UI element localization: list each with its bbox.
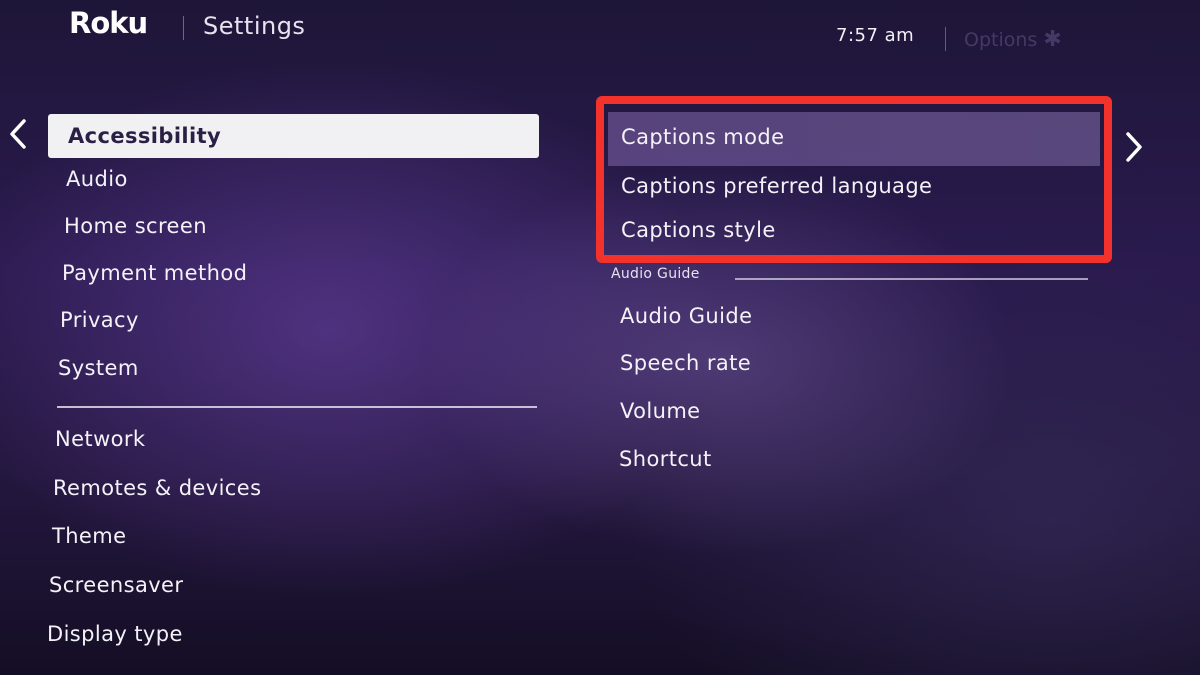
menu-divider bbox=[57, 406, 537, 408]
page-title: Settings bbox=[203, 12, 306, 40]
clock: 7:57 am bbox=[836, 25, 915, 46]
asterisk-icon: ✱ bbox=[1043, 27, 1062, 52]
menu-item-display-type[interactable]: Display type bbox=[47, 622, 183, 646]
section-label-audio-guide: Audio Guide bbox=[611, 266, 700, 282]
menu-item-audio[interactable]: Audio bbox=[66, 167, 128, 191]
menu-item-remotes-devices[interactable]: Remotes & devices bbox=[53, 476, 261, 500]
menu-item-payment-method[interactable]: Payment method bbox=[62, 261, 247, 285]
panel-item-audio-guide[interactable]: Audio Guide bbox=[620, 304, 752, 328]
options-hint[interactable]: Options ✱ bbox=[964, 27, 1062, 52]
menu-item-privacy[interactable]: Privacy bbox=[60, 308, 139, 332]
chevron-right-icon[interactable] bbox=[1124, 132, 1144, 162]
menu-item-accessibility[interactable]: Accessibility bbox=[48, 114, 539, 158]
menu-item-system[interactable]: System bbox=[58, 356, 139, 380]
panel-item-volume[interactable]: Volume bbox=[620, 399, 701, 423]
chevron-left-icon[interactable] bbox=[8, 119, 28, 149]
menu-item-home-screen[interactable]: Home screen bbox=[64, 214, 207, 238]
options-label: Options bbox=[964, 29, 1038, 51]
captions-highlight-box bbox=[596, 96, 1112, 263]
panel-item-speech-rate[interactable]: Speech rate bbox=[620, 351, 751, 375]
menu-item-theme[interactable]: Theme bbox=[52, 524, 126, 548]
menu-item-screensaver[interactable]: Screensaver bbox=[49, 573, 183, 597]
menu-item-network[interactable]: Network bbox=[55, 427, 145, 451]
clock-divider bbox=[945, 27, 946, 51]
header-divider bbox=[183, 16, 184, 40]
roku-settings-screen: Roku Settings 7:57 am Options ✱ Accessibi… bbox=[0, 0, 1200, 675]
panel-item-shortcut[interactable]: Shortcut bbox=[619, 447, 712, 471]
roku-logo: Roku bbox=[69, 6, 148, 40]
section-divider bbox=[735, 278, 1088, 280]
